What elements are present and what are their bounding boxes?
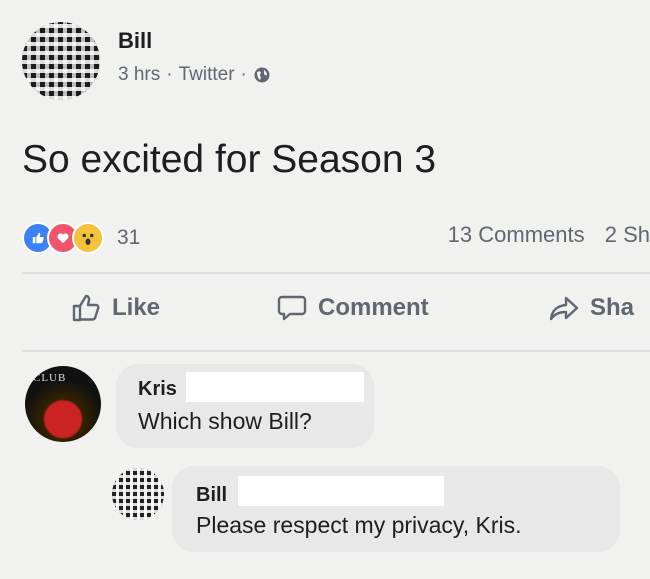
post-time[interactable]: 3 hrs	[118, 64, 160, 86]
share-label: Sha	[590, 294, 635, 321]
comments-count-link[interactable]: 13 Comments	[448, 222, 585, 247]
author-avatar[interactable]	[22, 22, 100, 100]
thumbs-up-icon	[72, 294, 100, 322]
reaction-count: 31	[117, 226, 141, 249]
author-name[interactable]: Bill	[118, 28, 152, 54]
shares-count-link[interactable]: 2 Sh	[605, 222, 650, 247]
meta-separator: ·	[240, 64, 247, 85]
redaction-box	[186, 372, 364, 402]
comment-text: Please respect my privacy, Kris.	[196, 512, 522, 538]
commenter-avatar-kris[interactable]: CLUB	[25, 366, 101, 442]
comment-button[interactable]: Comment	[276, 292, 429, 324]
post-stats: 13 Comments 2 Sh	[434, 222, 650, 248]
redaction-box	[238, 476, 444, 506]
post-meta: 3 hrs · Twitter ·	[118, 64, 271, 86]
comment-label: Comment	[318, 294, 429, 321]
meta-separator: ·	[166, 64, 173, 85]
avatar-logo-text: CLUB	[33, 372, 67, 384]
comment-bubble: Kris Which show Bill?	[116, 364, 374, 448]
action-bar: Like Comment Sha	[0, 292, 650, 338]
commenter-avatar-bill[interactable]	[112, 468, 164, 520]
globe-icon[interactable]	[253, 66, 271, 84]
speech-bubble-icon	[277, 295, 307, 321]
comment-text: Which show Bill?	[138, 408, 312, 434]
commenter-name[interactable]: Bill	[196, 484, 227, 507]
reactions-summary[interactable]: 31	[22, 222, 140, 254]
commenter-name[interactable]: Kris	[138, 378, 177, 401]
wow-reaction-icon	[72, 222, 104, 254]
share-button[interactable]: Sha	[548, 292, 634, 324]
divider	[22, 350, 650, 352]
like-button[interactable]: Like	[70, 292, 160, 324]
post-text: So excited for Season 3	[22, 138, 437, 181]
share-arrow-icon	[549, 296, 579, 321]
divider	[22, 272, 650, 274]
post-source: Twitter	[178, 64, 235, 85]
like-label: Like	[112, 294, 161, 321]
facebook-post: Bill 3 hrs · Twitter · So excited for Se…	[0, 0, 650, 579]
reply-bubble: Bill Please respect my privacy, Kris.	[172, 466, 620, 552]
